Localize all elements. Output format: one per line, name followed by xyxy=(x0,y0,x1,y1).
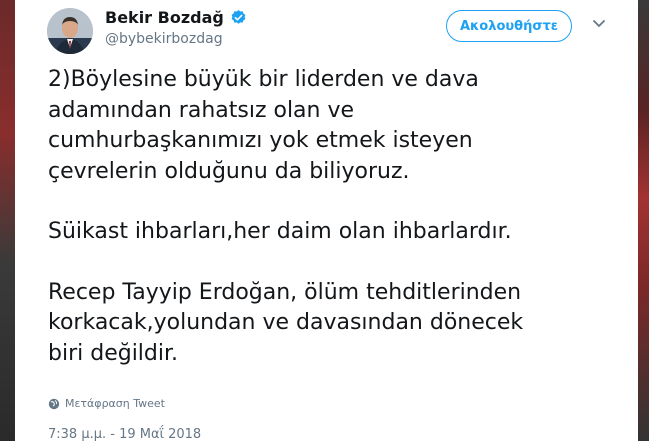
globe-icon xyxy=(48,398,60,409)
tweet-paragraph: 2)Böylesine büyük bir liderden ve dava a… xyxy=(48,67,479,184)
avatar-image xyxy=(47,8,93,54)
tweet-paragraph: Recep Tayyip Erdoğan, ölüm tehditlerinde… xyxy=(48,279,524,366)
tweet-timestamp[interactable]: 7:38 μ.μ. - 19 Μαΐ 2018 xyxy=(48,427,201,442)
author-name-row: Bekir Bozdağ xyxy=(105,8,247,27)
tweet-paragraph: Süikast ihbarları,her daim olan ihbarlar… xyxy=(48,219,512,244)
translate-label: Μετάφραση Tweet xyxy=(65,397,165,410)
avatar[interactable] xyxy=(47,8,93,54)
verified-badge-icon xyxy=(231,10,246,24)
tweet-text: 2)Böylesine büyük bir liderden ve dava a… xyxy=(48,65,618,369)
translate-tweet-link[interactable]: Μετάφραση Tweet xyxy=(48,397,165,410)
author-handle[interactable]: @bybekirbozdag xyxy=(105,31,223,47)
background-edge-right xyxy=(638,0,649,441)
author-name[interactable]: Bekir Bozdağ xyxy=(105,8,224,27)
follow-button[interactable]: Ακολουθήστε xyxy=(446,10,572,42)
background-edge-left xyxy=(0,0,15,441)
chevron-down-icon[interactable] xyxy=(592,19,606,29)
